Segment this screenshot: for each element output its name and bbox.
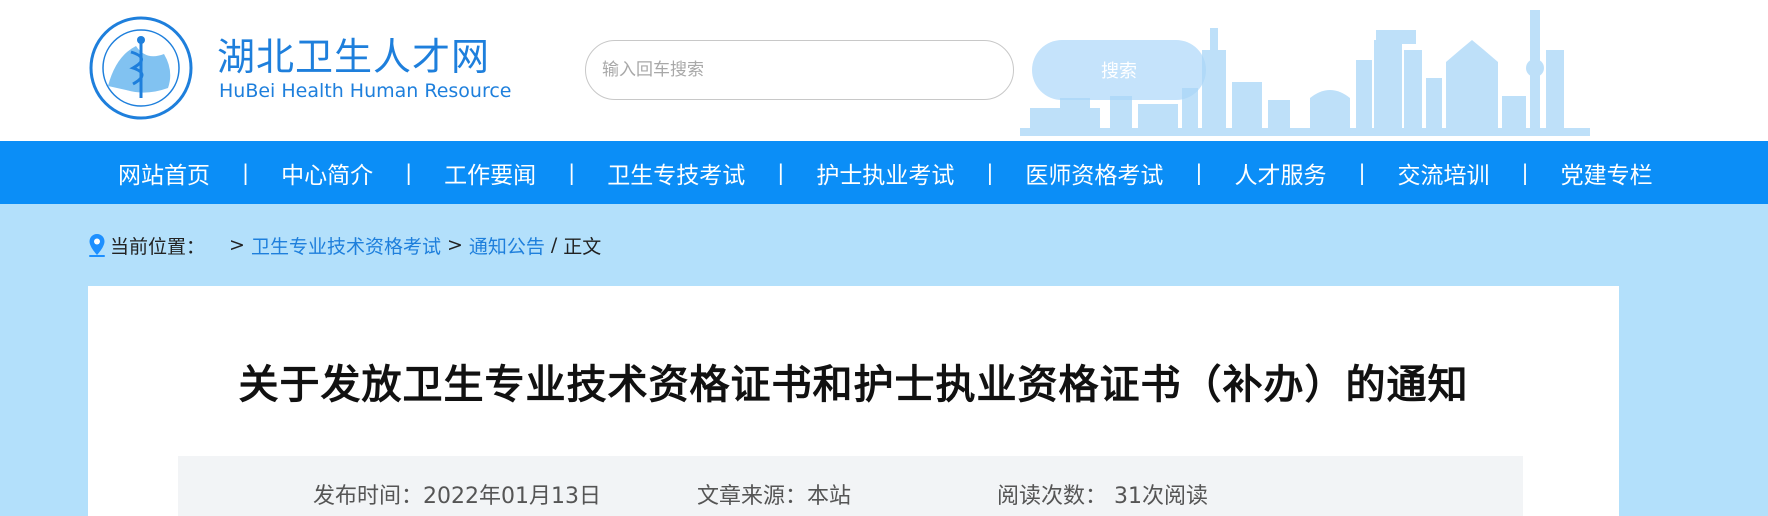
nav-item-physician-exam[interactable]: 医师资格考试 — [1003, 156, 1185, 190]
breadcrumb-divider: / — [550, 234, 558, 256]
breadcrumb: 当前位置： > 卫生专业技术资格考试 > 通知公告 / 正文 — [88, 232, 601, 258]
nav-item-training[interactable]: 交流培训 — [1376, 156, 1512, 190]
site-logo-icon[interactable] — [86, 16, 196, 120]
site-title[interactable]: 湖北卫生人才网 — [217, 26, 490, 81]
article-meta-bar: 发布时间：2022年01月13日 文章来源：本站 阅读次数： 31次阅读 — [178, 456, 1523, 516]
publish-time: 发布时间：2022年01月13日 — [313, 484, 601, 509]
breadcrumb-current: 正文 — [563, 235, 602, 258]
nav-separator: | — [1358, 160, 1366, 185]
nav-separator: | — [405, 160, 413, 185]
nav-separator: | — [1521, 160, 1529, 185]
nav-item-talent-service[interactable]: 人才服务 — [1212, 156, 1348, 190]
nav-item-health-exam[interactable]: 卫生专技考试 — [585, 156, 767, 190]
article-source: 文章来源：本站 — [697, 484, 852, 509]
nav-separator: | — [1195, 160, 1203, 185]
nav-item-home[interactable]: 网站首页 — [96, 156, 232, 190]
nav-separator: | — [777, 160, 785, 185]
site-header: 湖北卫生人才网 HuBei Health Human Resource 搜索 — [0, 0, 1768, 141]
nav-item-news[interactable]: 工作要闻 — [422, 156, 558, 190]
article-card: 关于发放卫生专业技术资格证书和护士执业资格证书（补办）的通知 发布时间：2022… — [88, 286, 1619, 516]
view-count: 阅读次数： 31次阅读 — [997, 484, 1208, 509]
breadcrumb-arrow: > — [229, 234, 245, 256]
location-pin-icon — [89, 234, 105, 257]
city-skyline-illustration — [1020, 10, 1590, 136]
nav-separator: | — [986, 160, 994, 185]
nav-item-about[interactable]: 中心简介 — [259, 156, 395, 190]
main-nav: 网站首页 | 中心简介 | 工作要闻 | 卫生专技考试 | 护士执业考试 | 医… — [0, 141, 1768, 204]
nav-item-party[interactable]: 党建专栏 — [1539, 156, 1675, 190]
nav-item-nurse-exam[interactable]: 护士执业考试 — [794, 156, 976, 190]
breadcrumb-label: 当前位置： — [110, 235, 206, 258]
breadcrumb-link-exam[interactable]: 卫生专业技术资格考试 — [251, 232, 441, 259]
article-title: 关于发放卫生专业技术资格证书和护士执业资格证书（补办）的通知 — [238, 362, 1469, 408]
nav-separator: | — [568, 160, 576, 185]
breadcrumb-arrow: > — [446, 234, 463, 256]
search-input[interactable] — [585, 40, 1014, 100]
breadcrumb-link-notices[interactable]: 通知公告 — [469, 232, 545, 259]
site-subtitle: HuBei Health Human Resource — [219, 80, 512, 102]
nav-separator: | — [242, 160, 250, 185]
